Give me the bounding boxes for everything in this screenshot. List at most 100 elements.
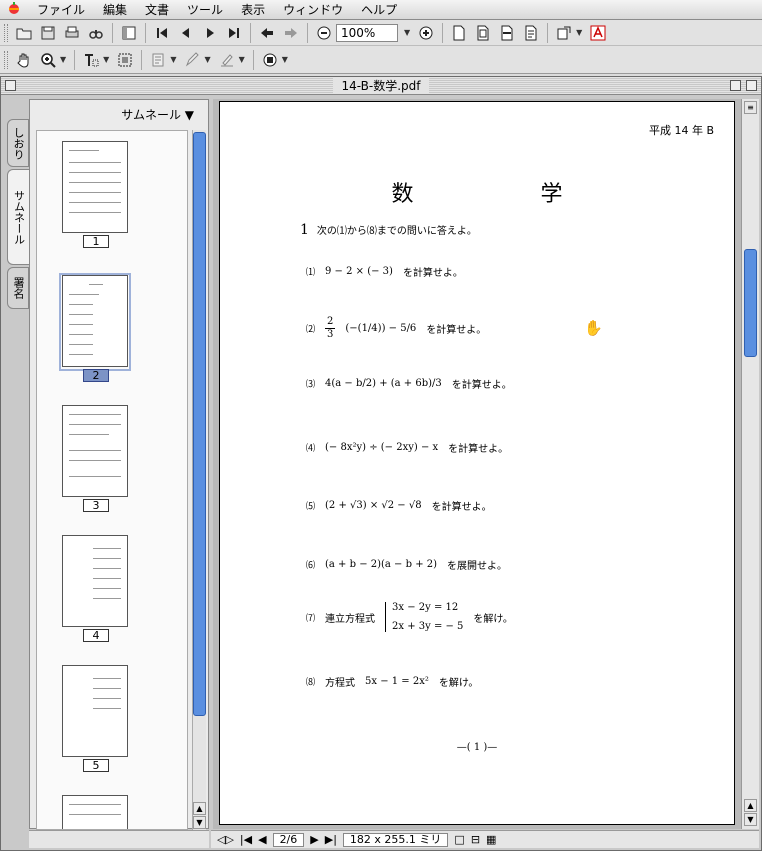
- pencil-dropdown-icon[interactable]: ▼: [204, 55, 210, 64]
- scroll-up-icon[interactable]: ▲: [744, 799, 757, 812]
- thumbnail-list[interactable]: 1 2 3 4 5: [36, 130, 188, 830]
- thumbnail-scroll-thumb[interactable]: [193, 132, 206, 716]
- zoom-tool-dropdown-icon[interactable]: ▼: [60, 55, 66, 64]
- page-label-2[interactable]: 2: [83, 369, 109, 382]
- page-thumbnail-4[interactable]: [62, 535, 128, 627]
- reflow-icon[interactable]: [520, 23, 542, 43]
- hand-tool-icon[interactable]: [13, 50, 35, 70]
- find-icon[interactable]: [85, 23, 107, 43]
- rotate-icon[interactable]: [553, 23, 575, 43]
- first-page-icon[interactable]: [151, 23, 173, 43]
- question-5: ⑸ (2 + √3) × √2 − √8 を計算せよ。: [306, 500, 492, 513]
- zoom-dropdown-icon[interactable]: ▼: [404, 28, 410, 37]
- zoom-input[interactable]: 100%: [336, 23, 398, 42]
- collapse-box-icon[interactable]: [746, 80, 757, 91]
- menu-edit[interactable]: 編集: [94, 1, 136, 18]
- resize-panel-icon[interactable]: ◁▷: [217, 833, 234, 846]
- menu-window[interactable]: ウィンドウ: [274, 1, 352, 18]
- scroll-up-icon[interactable]: ▲: [193, 802, 206, 815]
- toolbar-grip[interactable]: [4, 50, 8, 69]
- page-thumbnail-1[interactable]: [62, 141, 128, 233]
- page-label-3[interactable]: 3: [83, 499, 109, 512]
- toolbar-grip[interactable]: [4, 23, 8, 42]
- thumbnail-scrollbar[interactable]: ▲ ▼: [192, 130, 206, 830]
- document-scrollbar[interactable]: ≡ ▲ ▼: [741, 99, 759, 829]
- crop-dropdown-icon[interactable]: ▼: [282, 55, 288, 64]
- page-thumbnail-5[interactable]: [62, 665, 128, 757]
- rotate-dropdown-icon[interactable]: ▼: [576, 28, 582, 37]
- fraction: 23: [325, 316, 336, 340]
- question-expr: 5x − 1 = 2x²: [365, 676, 429, 687]
- previous-page-icon[interactable]: ◀: [258, 833, 266, 846]
- page-label-5[interactable]: 5: [83, 759, 109, 772]
- split-pane-icon[interactable]: ≡: [744, 101, 757, 114]
- zoom-in-icon[interactable]: [415, 23, 437, 43]
- first-page-icon[interactable]: |◀: [240, 833, 252, 846]
- graphics-select-tool-icon[interactable]: [114, 50, 136, 70]
- zoom-out-icon[interactable]: [313, 23, 335, 43]
- page-label-1[interactable]: 1: [83, 235, 109, 248]
- pdf-page: 平成 14 年 B 数 学 1 次の⑴から⑻までの問いに答えよ。 ⑴ 9 − 2 …: [219, 101, 735, 825]
- page-label-4[interactable]: 4: [83, 629, 109, 642]
- tab-thumbnails[interactable]: サムネール: [7, 169, 29, 265]
- menu-help[interactable]: ヘルプ: [352, 1, 406, 18]
- text-select-dropdown-icon[interactable]: ▼: [103, 55, 109, 64]
- apple-menu-icon[interactable]: [0, 1, 28, 19]
- next-page-icon[interactable]: [199, 23, 221, 43]
- single-page-icon[interactable]: □: [454, 833, 464, 846]
- page-thumbnail-6[interactable]: [62, 795, 128, 829]
- go-back-icon[interactable]: [256, 23, 278, 43]
- note-dropdown-icon[interactable]: ▼: [170, 55, 176, 64]
- navigation-pane-icon[interactable]: [118, 23, 140, 43]
- continuous-icon[interactable]: ⊟: [471, 833, 480, 846]
- question-expr: (− 8x²y) ÷ (− 2xy) − x: [325, 442, 439, 453]
- acrobat-icon[interactable]: [587, 23, 609, 43]
- save-icon[interactable]: [37, 23, 59, 43]
- era-label: 平成 14 年 B: [648, 124, 714, 137]
- question-4: ⑷ (− 8x²y) ÷ (− 2xy) − x を計算せよ。: [306, 442, 509, 455]
- fit-width-icon[interactable]: [496, 23, 518, 43]
- text-select-tool-icon[interactable]: [80, 50, 102, 70]
- document-scroll-thumb[interactable]: [744, 249, 757, 357]
- panel-bottom-bar: [29, 830, 209, 848]
- page-thumbnail-3[interactable]: [62, 405, 128, 497]
- toolbar-separator: [307, 22, 308, 43]
- open-icon[interactable]: [13, 23, 35, 43]
- question-expr: (a + b − 2)(a − b + 2): [325, 559, 438, 570]
- tab-signatures[interactable]: 署名: [7, 267, 29, 309]
- question-expr: 4(a − b/2) + (a + 6b)/3: [325, 378, 442, 389]
- menu-file[interactable]: ファイル: [28, 1, 94, 18]
- next-page-icon[interactable]: ▶: [310, 833, 318, 846]
- zoom-box-icon[interactable]: [730, 80, 741, 91]
- last-page-icon[interactable]: [223, 23, 245, 43]
- close-box-icon[interactable]: [5, 80, 16, 91]
- instruction-text: 次の⑴から⑻までの問いに答えよ。: [316, 226, 477, 237]
- page-thumbnail-2[interactable]: [62, 275, 128, 367]
- note-tool-icon[interactable]: [147, 50, 169, 70]
- go-forward-icon[interactable]: [280, 23, 302, 43]
- instruction: 1 次の⑴から⑻までの問いに答えよ。: [300, 222, 477, 238]
- highlight-dropdown-icon[interactable]: ▼: [239, 55, 245, 64]
- previous-page-icon[interactable]: [175, 23, 197, 43]
- highlight-tool-icon[interactable]: [216, 50, 238, 70]
- question-2: ⑵ 23 (−(1/4)) − 5/6 を計算せよ。: [306, 316, 487, 340]
- scroll-down-icon[interactable]: ▼: [744, 813, 757, 826]
- crop-tool-icon[interactable]: [259, 50, 281, 70]
- last-page-icon[interactable]: ▶|: [325, 833, 337, 846]
- fit-page-icon[interactable]: [472, 23, 494, 43]
- menu-view[interactable]: 表示: [232, 1, 274, 18]
- menu-tools[interactable]: ツール: [178, 1, 232, 18]
- zoom-tool-icon[interactable]: [37, 50, 59, 70]
- window-titlebar[interactable]: 14-B-数学.pdf: [1, 77, 761, 95]
- scroll-down-icon[interactable]: ▼: [193, 816, 206, 829]
- page-indicator[interactable]: 2/6: [272, 832, 305, 847]
- facing-pages-icon[interactable]: ▦: [486, 833, 496, 846]
- tab-bookmarks[interactable]: しおり: [7, 119, 29, 167]
- thumbnail-options-menu[interactable]: サムネール ▼: [121, 106, 194, 123]
- actual-size-icon[interactable]: [448, 23, 470, 43]
- menu-document[interactable]: 文書: [136, 1, 178, 18]
- pencil-tool-icon[interactable]: [181, 50, 203, 70]
- document-view[interactable]: 平成 14 年 B 数 学 1 次の⑴から⑻までの問いに答えよ。 ⑴ 9 − 2 …: [213, 99, 741, 829]
- print-icon[interactable]: [61, 23, 83, 43]
- toolbar-separator: [145, 22, 146, 43]
